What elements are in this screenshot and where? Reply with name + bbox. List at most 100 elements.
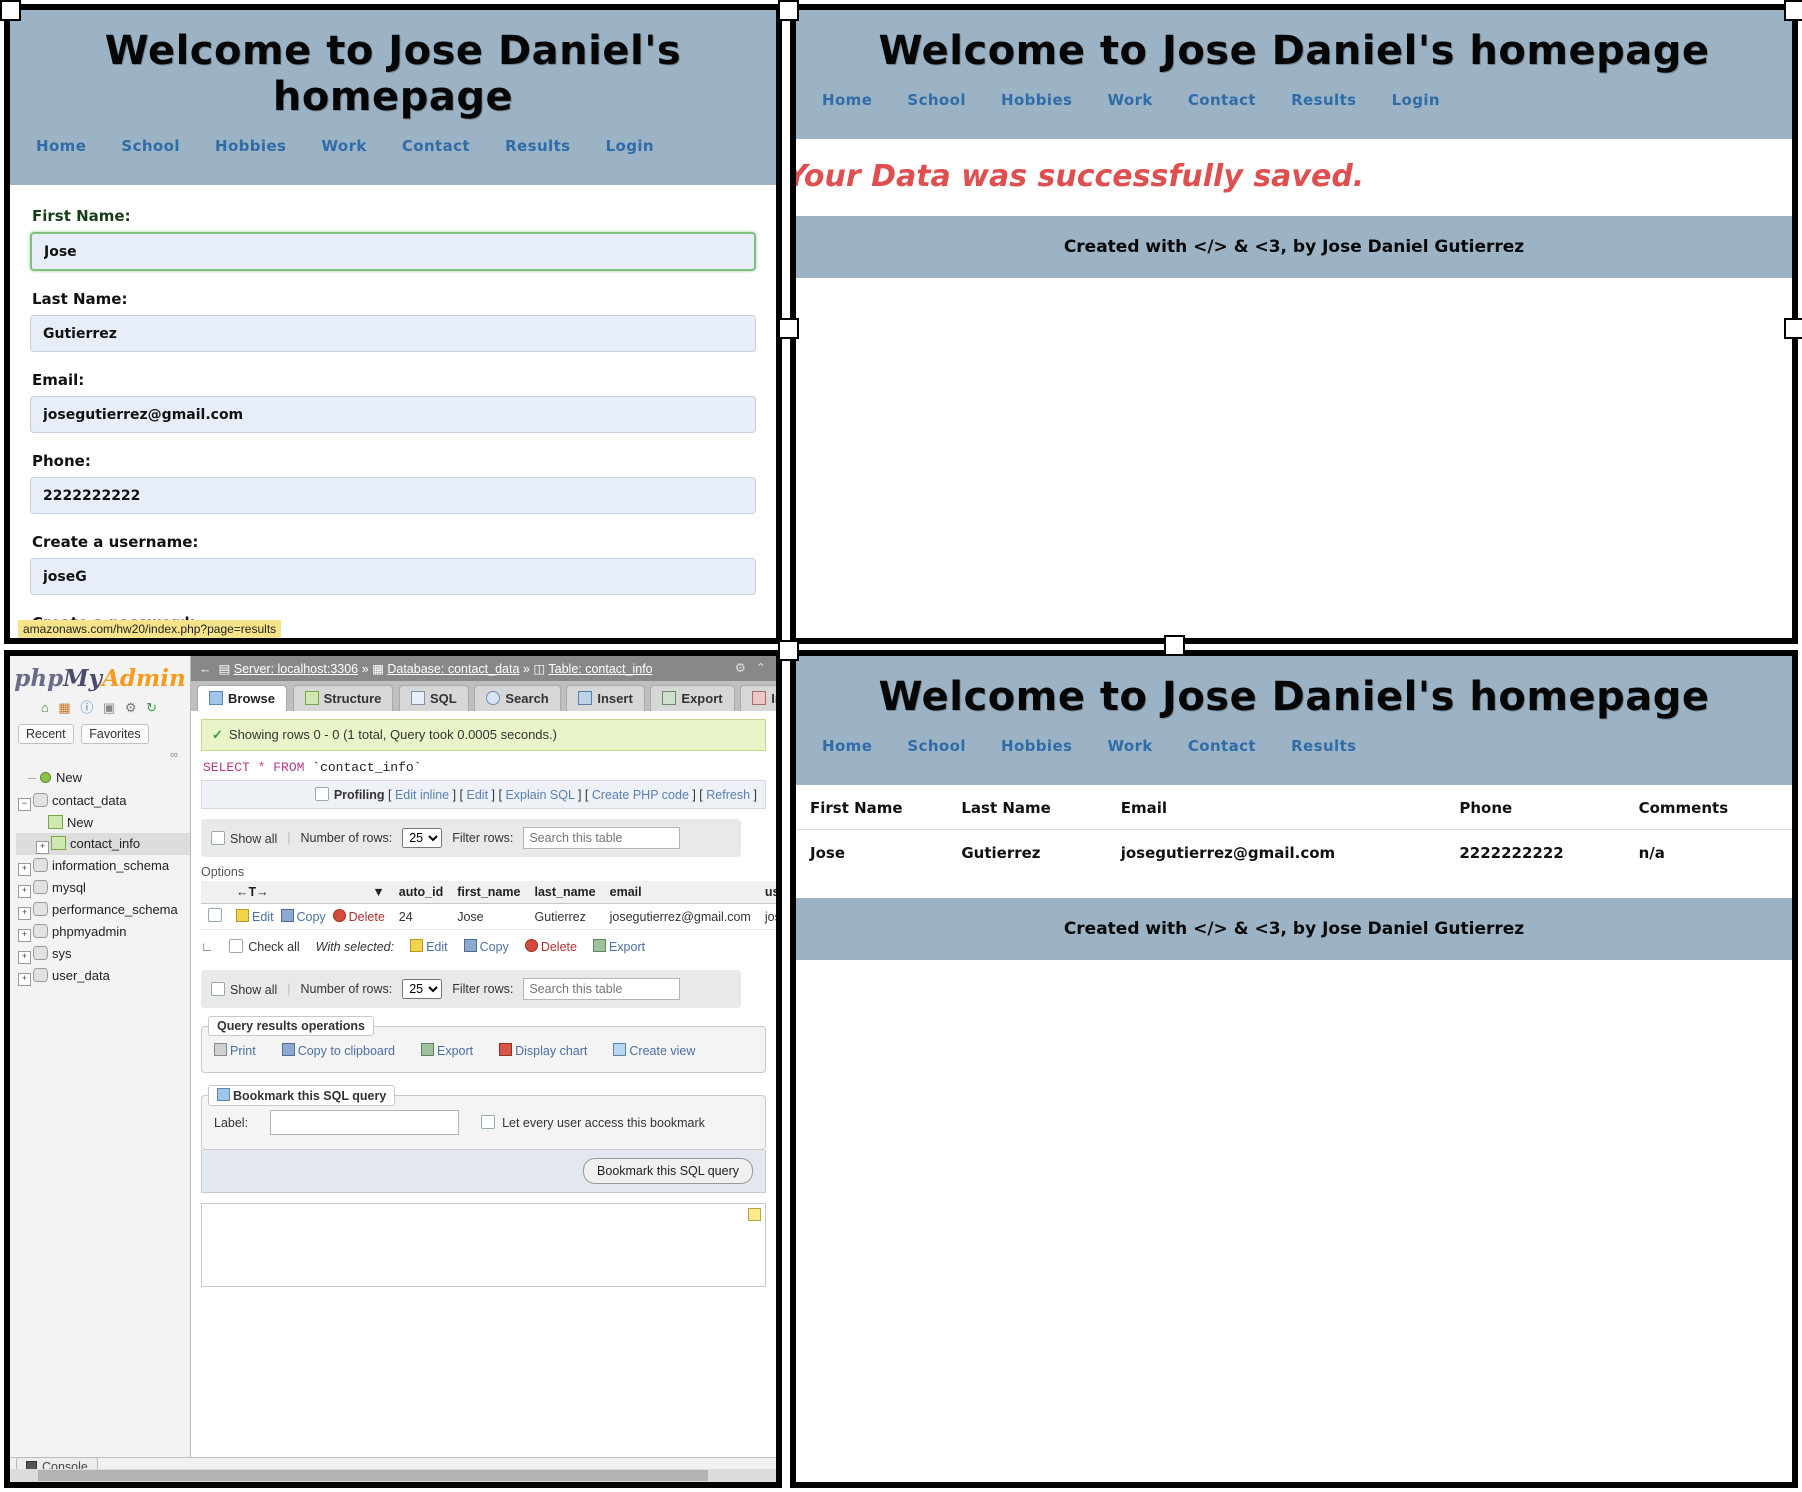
bulk-copy[interactable]: Copy (463, 939, 509, 954)
tab-search[interactable]: Search (474, 685, 561, 711)
row-edit-link[interactable]: Edit (252, 910, 274, 924)
check-all-toggle[interactable]: Check all (229, 939, 300, 954)
op-export-link[interactable]: Export (437, 1044, 473, 1058)
link-refresh[interactable]: Refresh (706, 788, 750, 802)
bulk-copy-link[interactable]: Copy (480, 940, 509, 954)
op-copy-clipboard[interactable]: Copy to clipboard (281, 1043, 395, 1058)
tab-browse[interactable]: Browse (197, 685, 287, 711)
nav-contact[interactable]: Contact (1188, 91, 1256, 109)
nav-school[interactable]: School (121, 137, 180, 155)
selection-handle-left-mid[interactable] (778, 318, 799, 339)
pma-database-tree[interactable]: ─ New − contact_data New + contact_info + in… (10, 763, 190, 987)
tree-item-new-table[interactable]: New (16, 812, 190, 833)
nav-hobbies[interactable]: Hobbies (1001, 737, 1072, 755)
op-view-link[interactable]: Create view (629, 1044, 695, 1058)
settings-gear-icon[interactable]: ⚙ (735, 660, 746, 675)
screenshot-panel-saved[interactable]: Welcome to Jose Daniel's homepage Home S… (790, 4, 1798, 644)
tab-recent[interactable]: Recent (18, 724, 74, 744)
breadcrumb[interactable]: ← ▤ Server: localhost:3306 » ▦ Database:… (191, 656, 776, 681)
col-last-name[interactable]: last_name (527, 881, 603, 904)
bulk-export-link[interactable]: Export (609, 940, 645, 954)
expand-icon[interactable]: + (18, 907, 31, 920)
phpmyadmin-logo[interactable]: phpMyAdmin (10, 656, 190, 694)
link-create-php-code[interactable]: Create PHP code (592, 788, 689, 802)
horizontal-scrollbar[interactable] (10, 1469, 776, 1482)
tab-structure[interactable]: Structure (292, 685, 394, 711)
selection-handle-top-mid[interactable] (778, 0, 799, 21)
show-all-checkbox[interactable] (211, 981, 225, 996)
bookmark-label-input[interactable] (270, 1110, 460, 1135)
link-edit-inline[interactable]: Edit inline (395, 788, 449, 802)
username-input[interactable] (30, 558, 756, 595)
screenshot-panel-phpmyadmin[interactable]: phpMyAdmin ⌂ ▦ ⓘ ▣ ⚙ ↻ Recent Favorites … (4, 650, 782, 1488)
op-create-view[interactable]: Create view (613, 1043, 695, 1058)
row-checkbox[interactable] (208, 908, 222, 922)
pma-tab-bar[interactable]: Browse Structure SQL Search Insert Expor… (191, 681, 776, 711)
breadcrumb-database[interactable]: Database: contact_data (387, 662, 519, 676)
col-user-name[interactable]: user_name (757, 881, 776, 904)
tab-sql[interactable]: SQL (399, 685, 469, 711)
back-arrow-icon[interactable]: ← (199, 662, 212, 676)
email-input[interactable] (30, 396, 756, 433)
bookmark-access-toggle[interactable]: Let every user access this bookmark (481, 1115, 705, 1130)
expand-icon[interactable]: + (18, 973, 31, 986)
nav-results[interactable]: Results (1291, 91, 1356, 109)
breadcrumb-server[interactable]: Server: localhost:3306 (234, 662, 358, 676)
home-icon[interactable]: ⌂ (41, 700, 51, 715)
tab-import[interactable]: Import (740, 685, 776, 711)
nav-home[interactable]: Home (36, 137, 86, 155)
tree-item-sys[interactable]: + sys (16, 943, 190, 965)
rows-toolbar-bottom[interactable]: Show all | Number of rows: 25 Filter row… (201, 970, 741, 1008)
nav-results[interactable]: Results (1291, 737, 1356, 755)
selection-handle-bottom-mid[interactable] (1164, 635, 1185, 656)
tree-item-new-root[interactable]: ─ New (16, 767, 190, 790)
selection-handle-center-left[interactable] (778, 640, 799, 661)
collapse-icon[interactable]: − (18, 798, 31, 811)
sort-arrow-header[interactable]: ▼ (332, 881, 392, 904)
reload-icon[interactable]: ↻ (146, 700, 159, 716)
selection-handle-right-mid[interactable] (1784, 318, 1802, 339)
expand-icon[interactable]: + (18, 951, 31, 964)
check-all-checkbox[interactable] (229, 939, 244, 953)
phone-input[interactable] (30, 477, 756, 514)
bulk-delete[interactable]: Delete (524, 939, 577, 954)
sql-query-display[interactable]: SELECT * FROM `contact_info` (201, 751, 766, 780)
filter-rows-input[interactable] (523, 978, 681, 1000)
show-all-toggle[interactable]: Show all (211, 981, 277, 997)
password-input[interactable] (30, 639, 756, 644)
op-export[interactable]: Export (420, 1043, 473, 1058)
tree-item-contact-data[interactable]: − contact_data (16, 790, 190, 812)
row-delete-link[interactable]: Delete (349, 910, 385, 924)
nav-work[interactable]: Work (321, 137, 366, 155)
site-nav-results[interactable]: Home School Hobbies Work Contact Results (796, 736, 1792, 755)
profiling-checkbox[interactable] (314, 787, 329, 801)
link-explain-sql[interactable]: Explain SQL (505, 788, 574, 802)
nav-contact[interactable]: Contact (402, 137, 470, 155)
nav-hobbies[interactable]: Hobbies (1001, 91, 1072, 109)
row-checkbox-cell[interactable] (201, 903, 229, 930)
bulk-export[interactable]: Export (592, 939, 645, 954)
sort-header[interactable]: ←T→ (229, 881, 333, 904)
op-copy-link[interactable]: Copy to clipboard (298, 1044, 395, 1058)
tree-item-user-data[interactable]: + user_data (16, 965, 190, 987)
first-name-input[interactable] (30, 232, 756, 271)
bookmark-submit-button[interactable]: Bookmark this SQL query (583, 1158, 753, 1184)
col-email[interactable]: email (602, 881, 758, 904)
query-action-links[interactable]: Profiling [ Edit inline ] [ Edit ] [ Exp… (201, 780, 766, 809)
selection-handle-top-left[interactable] (0, 0, 21, 21)
expand-icon[interactable]: + (18, 929, 31, 942)
number-of-rows-select[interactable]: 25 (402, 979, 443, 999)
last-name-input[interactable] (30, 315, 756, 352)
chain-link-icon[interactable]: ∞ (10, 746, 190, 763)
table-row[interactable]: Edit Copy Delete 24 Jose Gutierrez joseg… (201, 903, 776, 930)
selection-handle-top-right[interactable] (1784, 0, 1802, 21)
op-display-chart[interactable]: Display chart (499, 1043, 587, 1058)
help-icon[interactable]: ⓘ (80, 697, 95, 716)
pma-sidebar-icons[interactable]: ⌂ ▦ ⓘ ▣ ⚙ ↻ (10, 694, 190, 722)
screenshot-panel-results[interactable]: Welcome to Jose Daniel's homepage Home S… (790, 650, 1798, 1488)
tree-item-performance-schema[interactable]: + performance_schema (16, 899, 190, 921)
bulk-edit-link[interactable]: Edit (426, 940, 448, 954)
nav-login[interactable]: Login (606, 137, 654, 155)
nav-results[interactable]: Results (505, 137, 570, 155)
expand-icon[interactable]: + (36, 841, 49, 854)
